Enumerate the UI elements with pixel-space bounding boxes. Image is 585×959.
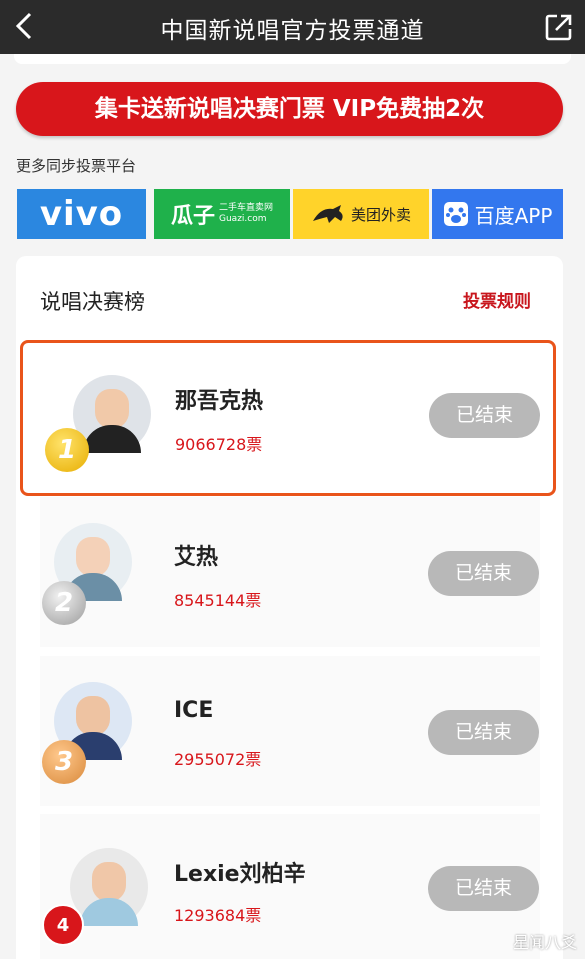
rank-card-2: 2 艾热 8545144票 已结束 <box>40 497 540 647</box>
rank-badge: 4 <box>42 904 84 946</box>
ended-button[interactable]: 已结束 <box>429 393 540 438</box>
ended-button[interactable]: 已结束 <box>428 866 539 911</box>
rank-card-3: 3 ICE 2955072票 已结束 <box>40 656 540 806</box>
platform-vivo[interactable]: vivo <box>17 189 146 239</box>
platform-baidu[interactable]: 百度APP <box>432 189 563 239</box>
platform-guazi[interactable]: 瓜子 二手车直卖网 Guazi.com <box>154 189 290 239</box>
share-icon[interactable] <box>543 11 575 43</box>
page-title: 中国新说唱官方投票通道 <box>160 18 425 44</box>
silver-medal-icon: 2 <box>42 581 86 625</box>
watermark: 星闻八爻 <box>512 933 577 952</box>
contestant-name: 艾热 <box>174 545 219 570</box>
rank-card-1: 1 那吾克热 9066728票 已结束 <box>20 340 556 496</box>
guazi-sub: 二手车直卖网 Guazi.com <box>219 203 274 224</box>
gold-medal-icon: 1 <box>45 428 89 472</box>
previous-card-edge <box>14 54 571 64</box>
platform-meituan[interactable]: 美团外卖 <box>293 189 429 239</box>
rank-card-4: 4 Lexie刘柏辛 1293684票 已结束 <box>40 814 540 959</box>
vote-rules-link[interactable]: 投票规则 <box>463 287 531 312</box>
contestant-name: 那吾克热 <box>175 389 264 414</box>
contestant-name: Lexie刘柏辛 <box>174 862 306 887</box>
promo-banner-button[interactable]: 集卡送新说唱决赛门票 VIP免费抽2次 <box>16 82 563 136</box>
avatar <box>70 848 148 926</box>
vote-count: 9066728票 <box>175 435 263 454</box>
kangaroo-icon <box>312 205 343 223</box>
platforms-label: 更多同步投票平台 <box>16 157 137 175</box>
vote-count: 8545144票 <box>174 591 262 610</box>
bronze-medal-icon: 3 <box>42 740 86 784</box>
board-title: 说唱决赛榜 <box>40 290 145 314</box>
ended-button[interactable]: 已结束 <box>428 710 539 755</box>
contestant-name: ICE <box>174 698 214 723</box>
vivo-logo: vivo <box>39 194 124 234</box>
top-bar: 中国新说唱官方投票通道 <box>0 0 585 54</box>
guazi-logo: 瓜子 <box>170 204 215 229</box>
vote-count: 1293684票 <box>174 906 262 925</box>
vote-count: 2955072票 <box>174 750 262 769</box>
meituan-label: 美团外卖 <box>350 205 411 224</box>
baidu-paw-icon <box>443 202 468 226</box>
baidu-label: 百度APP <box>474 203 553 228</box>
ended-button[interactable]: 已结束 <box>428 551 539 596</box>
